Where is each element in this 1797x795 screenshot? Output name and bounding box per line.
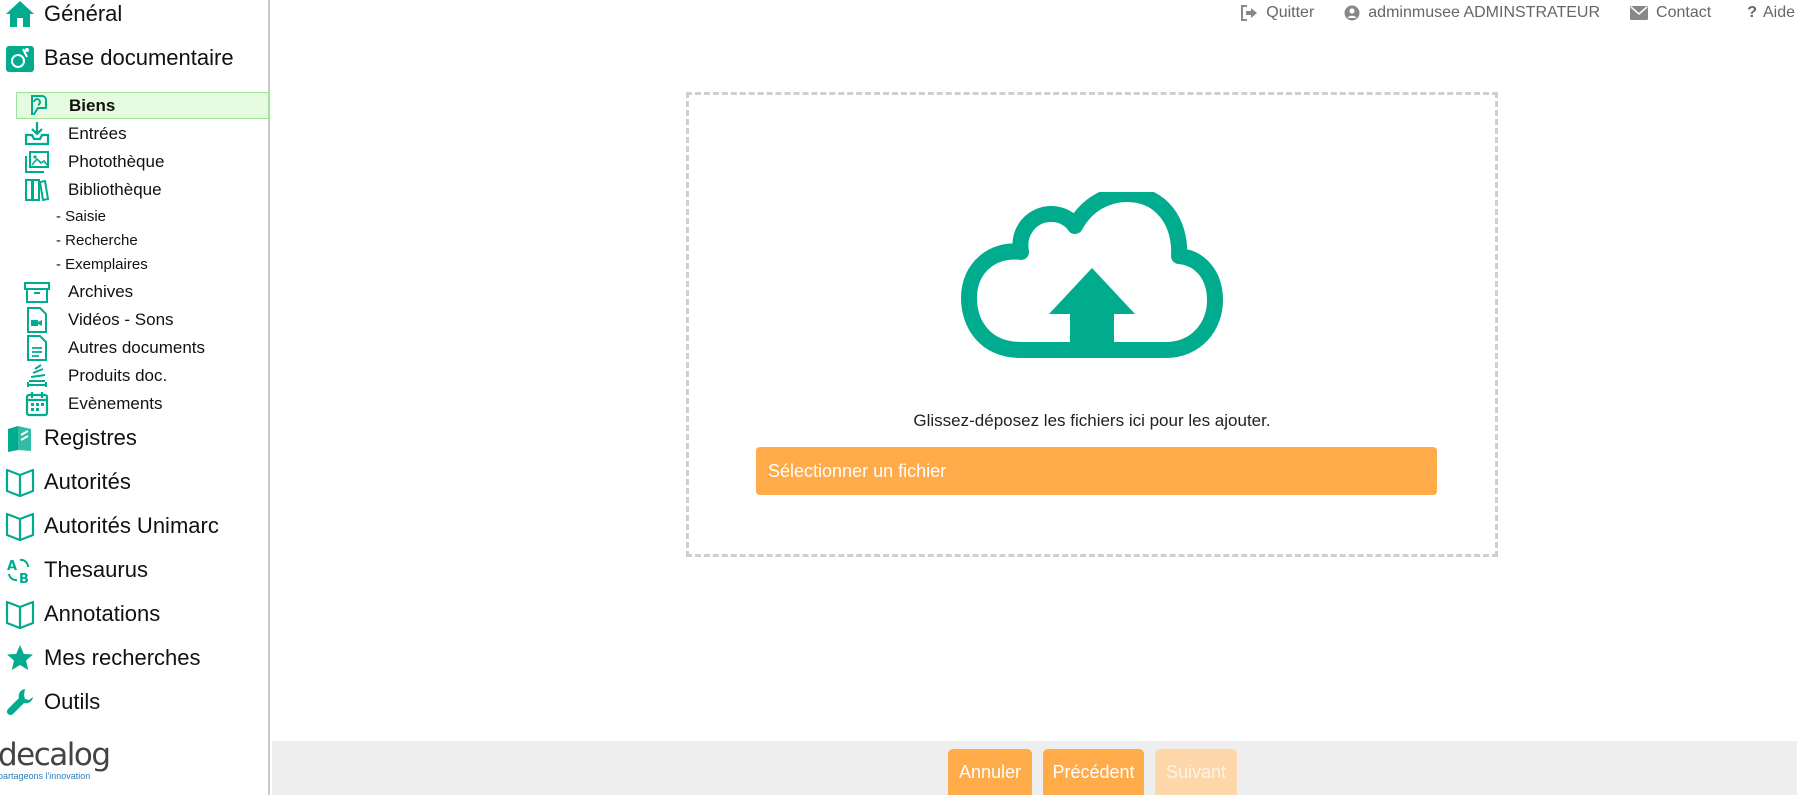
sidebar-item-bibliotheque[interactable]: Bibliothèque [16,176,269,203]
sidebar-item-general[interactable]: Général [0,0,122,34]
photo-library-icon [22,148,52,175]
wrench-icon [2,685,38,719]
cancel-button[interactable]: Annuler [948,749,1032,795]
sidebar-item-videos-sons[interactable]: Vidéos - Sons [16,306,269,333]
contact-label: Contact [1656,4,1712,21]
sidebar-item-entrees[interactable]: Entrées [16,120,269,147]
question-icon: ? [1747,4,1757,21]
top-bar: Quitter adminmusee ADMINSTRATEUR Contact… [1210,0,1797,26]
inbox-download-icon [22,120,52,147]
sidebar-item-label: Autres documents [68,337,206,357]
sidebar-item-base-documentaire[interactable]: Base documentaire [0,38,234,78]
sidebar-item-label: Archives [68,281,134,301]
book-open-icon [2,597,38,631]
sidebar-item-registres[interactable]: Registres [0,418,137,458]
decalog-logo: decalog partageons l'innovation [0,740,128,788]
sidebar-item-label: Autorités [44,469,131,494]
book-open-icon [2,509,38,543]
sidebar-item-label: Base documentaire [44,45,234,70]
sidebar-item-label: Bibliothèque [68,179,162,199]
sidebar-item-biens[interactable]: Biens [16,92,269,119]
user-circle-icon [1344,5,1360,21]
sidebar-item-label: Biens [69,95,116,115]
sidebar-item-autorites[interactable]: Autorités [0,462,131,502]
cloud-upload-icon [961,192,1223,358]
library-subitem-recherche[interactable]: - Recherche [56,232,138,249]
sidebar-item-archives[interactable]: Archives [16,278,269,305]
stack-icon [22,362,52,389]
documentary-base-icon [2,41,38,75]
sidebar-item-produits-doc[interactable]: Produits doc. [16,362,269,389]
sidebar-item-autorites-unimarc[interactable]: Autorités Unimarc [0,506,219,546]
quit-link[interactable]: Quitter [1240,4,1314,22]
envelope-icon [1630,6,1649,20]
sidebar-item-label: Mes recherches [44,645,201,670]
previous-button[interactable]: Précédent [1043,749,1144,795]
calendar-icon [22,390,52,417]
book-open-icon [2,465,38,499]
sidebar-item-label: Outils [44,689,101,714]
sidebar-item-label: Vidéos - Sons [68,309,174,329]
file-dropzone[interactable]: Glissez-déposez les fichiers ici pour le… [686,92,1498,557]
svg-text:B: B [19,572,29,585]
sidebar-item-annotations[interactable]: Annotations [0,594,160,634]
registers-icon [2,421,38,455]
logo-wordmark: decalog [0,737,111,773]
sidebar-item-label: Général [44,1,123,26]
video-file-icon [22,306,52,333]
sidebar-item-label: Registres [44,425,137,450]
user-label: adminmusee ADMINSTRATEUR [1368,4,1601,21]
library-subitem-exemplaires[interactable]: - Exemplaires [56,256,148,273]
archive-box-icon [22,278,52,305]
next-button[interactable]: Suivant [1155,749,1237,795]
sidebar-item-label: Evènements [68,393,163,413]
library-subitem-saisie[interactable]: - Saisie [56,208,106,225]
document-icon [22,334,52,361]
sidebar: Général Base documentaire Biens Entrées … [0,0,270,795]
sidebar-item-label: Photothèque [68,151,165,171]
thesaurus-icon: AB [2,553,38,587]
sidebar-item-phototheque[interactable]: Photothèque [16,148,269,175]
sidebar-item-thesaurus[interactable]: AB Thesaurus [0,550,148,590]
sidebar-item-label: Produits doc. [68,365,168,385]
quit-label: Quitter [1266,4,1315,21]
sidebar-item-label: Entrées [68,123,127,143]
sidebar-item-autres-documents[interactable]: Autres documents [16,334,269,361]
home-icon [2,0,38,31]
sidebar-item-outils[interactable]: Outils [0,682,100,722]
star-icon [2,641,38,675]
help-link[interactable]: ? Aide [1747,4,1795,22]
drop-instructions: Glissez-déposez les fichiers ici pour le… [913,411,1271,430]
sign-out-icon [1241,5,1258,21]
sidebar-item-label: Thesaurus [44,557,148,582]
property-icon [23,92,53,119]
help-label: Aide [1762,4,1795,21]
sidebar-item-label: Annotations [44,601,161,626]
contact-link[interactable]: Contact [1630,4,1711,22]
wizard-footer: Annuler Précédent Suivant [272,741,1797,795]
user-menu[interactable]: adminmusee ADMINSTRATEUR [1344,4,1600,22]
sidebar-item-label: Autorités Unimarc [44,513,219,538]
library-books-icon [22,176,52,203]
sidebar-item-evenements[interactable]: Evènements [16,390,269,417]
svg-text:A: A [7,559,17,574]
sidebar-item-mes-recherches[interactable]: Mes recherches [0,638,201,678]
select-file-button[interactable]: Sélectionner un fichier [756,447,1437,495]
